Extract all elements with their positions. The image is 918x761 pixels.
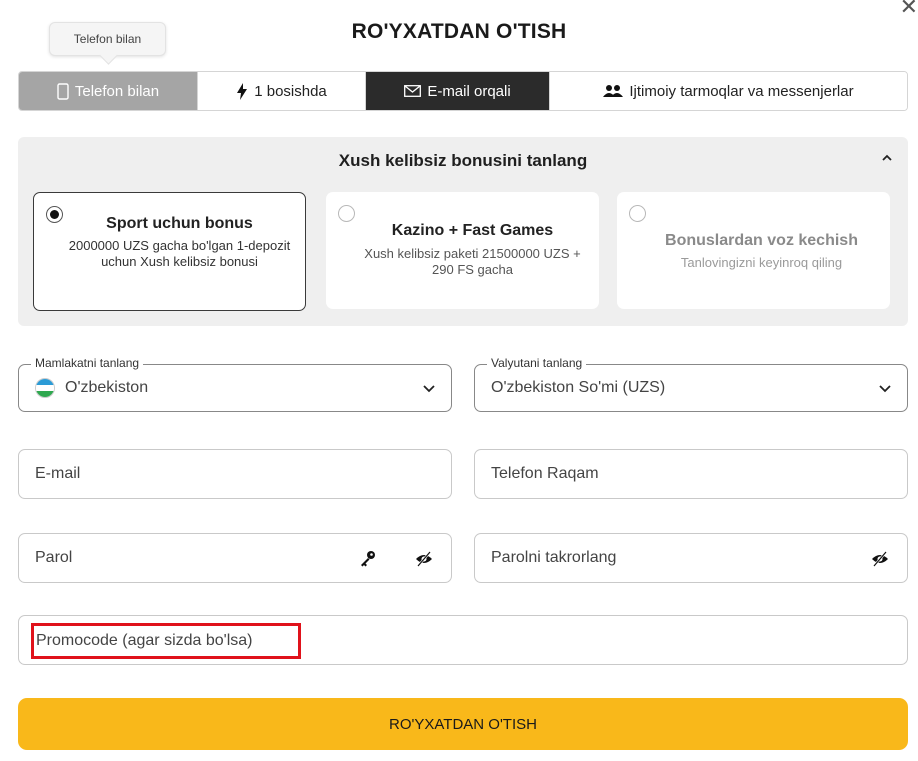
bonus-option-decline[interactable]: Bonuslardan voz kechish Tanlovingizni ke… <box>617 192 890 309</box>
country-legend: Mamlakatni tanlang <box>31 356 144 370</box>
country-select[interactable]: Mamlakatni tanlang O'zbekiston <box>18 356 452 412</box>
bonus-option-desc: Tanlovingizni keyinroq qiling <box>680 255 843 270</box>
uzbekistan-flag-icon <box>35 378 55 398</box>
bonus-section: Xush kelibsiz bonusini tanlang Sport uch… <box>18 137 908 326</box>
tab-email[interactable]: E-mail orqali <box>366 72 550 110</box>
bonus-option-title: Bonuslardan voz kechish <box>665 232 858 249</box>
tab-social[interactable]: Ijtimoiy tarmoqlar va messenjerlar <box>550 72 907 110</box>
email-field[interactable]: E-mail <box>18 449 452 499</box>
promocode-field[interactable]: Promocode (agar sizda bo'lsa) <box>18 615 908 665</box>
radio-unselected[interactable] <box>629 205 646 222</box>
bonus-option-title: Kazino + Fast Games <box>391 222 554 239</box>
phone-field[interactable]: Telefon Raqam <box>474 449 908 499</box>
bonus-heading: Xush kelibsiz bonusini tanlang <box>338 151 588 170</box>
bonus-option-desc: Xush kelibsiz paketi 21500000 UZS + 290 … <box>364 246 581 277</box>
tab-social-label: Ijtimoiy tarmoqlar va messenjerlar <box>629 82 854 100</box>
tab-phone-label: Telefon bilan <box>74 82 160 100</box>
password-placeholder: Parol <box>35 549 73 566</box>
key-icon[interactable] <box>359 550 377 568</box>
bonus-option-casino[interactable]: Kazino + Fast Games Xush kelibsiz paketi… <box>326 192 599 309</box>
password-repeat-placeholder: Parolni takrorlang <box>491 549 617 566</box>
tab-phone[interactable]: Telefon bilan <box>19 72 198 110</box>
phone-placeholder: Telefon Raqam <box>491 465 599 482</box>
bonus-option-sport[interactable]: Sport uchun bonus 2000000 UZS gacha bo'l… <box>33 192 306 311</box>
eye-hidden-icon[interactable] <box>415 550 433 568</box>
chevron-down-icon <box>423 385 435 393</box>
password-repeat-field[interactable]: Parolni takrorlang <box>474 533 908 583</box>
tab-email-label: E-mail orqali <box>427 82 511 100</box>
tab-one-click[interactable]: 1 bosishda <box>198 72 366 110</box>
currency-value: O'zbekiston So'mi (UZS) <box>491 379 666 396</box>
radio-selected[interactable] <box>46 206 63 223</box>
currency-select[interactable]: Valyutani tanlang O'zbekiston So'mi (UZS… <box>474 356 908 412</box>
close-icon[interactable]: ✕ <box>900 0 918 20</box>
currency-legend: Valyutani tanlang <box>487 356 587 370</box>
phone-icon <box>57 82 69 100</box>
users-icon <box>603 85 624 97</box>
lightning-icon <box>237 82 248 100</box>
bonus-option-desc: 2000000 UZS gacha bo'lgan 1-depozit uchu… <box>68 238 291 269</box>
country-value: O'zbekiston <box>65 379 149 396</box>
password-field[interactable]: Parol <box>18 533 452 583</box>
envelope-icon <box>404 85 422 97</box>
radio-unselected[interactable] <box>338 205 355 222</box>
register-button[interactable]: RO'YXATDAN O'TISH <box>18 698 908 750</box>
chevron-down-icon <box>879 385 891 393</box>
chevron-up-icon[interactable] <box>880 151 894 165</box>
registration-tabs: Telefon bilan 1 bosishda E-mail orqali I… <box>18 71 908 111</box>
tab-one-click-label: 1 bosishda <box>254 82 327 100</box>
tooltip: Telefon bilan <box>49 22 166 56</box>
promocode-highlight: Promocode (agar sizda bo'lsa) <box>31 623 301 659</box>
bonus-option-title: Sport uchun bonus <box>106 215 253 232</box>
eye-hidden-icon[interactable] <box>871 550 889 568</box>
email-placeholder: E-mail <box>35 465 81 482</box>
promocode-placeholder: Promocode (agar sizda bo'lsa) <box>36 632 253 649</box>
